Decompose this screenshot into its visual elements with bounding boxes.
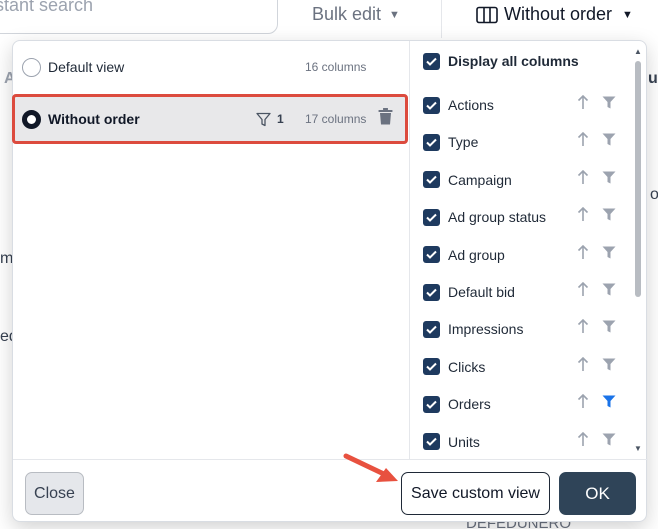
column-row[interactable]: Ad group status [410, 199, 648, 235]
filter-icon[interactable] [602, 208, 616, 226]
sort-up-arrow-icon[interactable] [577, 394, 589, 414]
caret-down-icon: ▼ [622, 8, 633, 21]
sort-up-arrow-icon[interactable] [577, 281, 589, 302]
column-row[interactable]: Clicks [410, 349, 648, 385]
filter-icon[interactable] [602, 433, 616, 451]
checkbox-checked[interactable] [423, 52, 440, 70]
scrollbar-thumb[interactable] [635, 61, 641, 297]
columns-icon [476, 6, 498, 23]
column-row[interactable]: Units [410, 424, 648, 459]
sort-up-arrow-icon[interactable] [577, 431, 589, 452]
filter-icon[interactable] [602, 96, 616, 114]
checkbox-checked[interactable] [423, 433, 440, 451]
view-item-default[interactable]: Default view 16 columns [13, 47, 409, 87]
toolbar-divider [441, 0, 442, 38]
radio-checked[interactable] [22, 109, 41, 129]
sort-up-arrow-icon[interactable] [577, 207, 589, 227]
filter-icon[interactable] [602, 246, 616, 264]
column-label: Actions [448, 97, 494, 113]
bulk-edit-label: Bulk edit [312, 4, 382, 24]
view-name: Default view [48, 59, 125, 75]
column-label: Units [448, 433, 480, 450]
filter-active-icon[interactable] [602, 395, 616, 413]
checkbox-checked[interactable] [423, 96, 440, 114]
view-item-without-order[interactable]: Without order 1 17 columns [12, 94, 408, 144]
sort-up-arrow-icon[interactable] [577, 132, 589, 152]
background-fragment: o [650, 186, 658, 203]
filter-icon[interactable] [602, 320, 616, 338]
column-row[interactable]: Orders [410, 386, 648, 422]
checkbox-checked[interactable] [423, 246, 440, 264]
trash-icon[interactable] [378, 108, 393, 130]
background-fragment: u [648, 70, 658, 87]
close-button[interactable]: Close [25, 472, 84, 515]
caret-down-icon: ▼ [389, 9, 400, 21]
column-count: 17 columns [305, 112, 367, 126]
radio-unchecked[interactable] [22, 57, 41, 77]
checkbox-checked[interactable] [423, 320, 440, 338]
column-label: Type [448, 134, 479, 151]
save-custom-view-button[interactable]: Save custom view [401, 472, 550, 515]
column-row[interactable]: Actions [410, 87, 648, 123]
column-row[interactable]: Impressions [410, 311, 648, 347]
filter-count: 1 [277, 112, 284, 126]
scroll-down-icon[interactable]: ▼ [634, 444, 642, 453]
display-all-columns-row[interactable]: Display all columns [410, 43, 648, 79]
checkbox-checked[interactable] [423, 133, 440, 151]
view-selector-label: Without order [504, 4, 613, 24]
instant-search-input[interactable]: nstant search [0, 0, 278, 34]
column-label: Impressions [448, 321, 524, 338]
view-selector-button[interactable]: Without order ▼ [476, 4, 633, 25]
scroll-up-icon[interactable]: ▲ [634, 47, 642, 56]
display-all-columns-label: Display all columns [448, 53, 579, 69]
filter-icon[interactable] [602, 133, 616, 151]
annotation-arrow-icon [343, 453, 398, 482]
filter-icon[interactable] [602, 283, 616, 301]
column-views-popover: Default view 16 columns Without order 1 … [12, 40, 648, 523]
checkbox-checked[interactable] [423, 395, 440, 413]
column-row[interactable]: Type [410, 124, 648, 160]
view-name: Without order [48, 111, 140, 127]
columns-list: Display all columns Actions Type Campaign A… [410, 41, 648, 459]
column-count: 16 columns [305, 60, 367, 74]
column-label: Default bid [448, 284, 515, 300]
column-label: Ad group [448, 246, 505, 263]
filter-icon[interactable] [602, 358, 616, 376]
sort-up-arrow-icon[interactable] [577, 244, 589, 265]
column-label: Orders [448, 396, 491, 413]
sort-up-arrow-icon[interactable] [577, 94, 589, 115]
checkbox-checked[interactable] [423, 358, 440, 376]
column-row[interactable]: Campaign [410, 162, 648, 198]
column-row[interactable]: Default bid [410, 274, 648, 310]
background-toolbar: nstant search Bulk edit ▼ Without order ▼ [0, 0, 658, 40]
search-placeholder: nstant search [0, 0, 94, 15]
filter-count-badge: 1 [256, 112, 284, 127]
checkbox-checked[interactable] [423, 208, 440, 226]
checkbox-checked[interactable] [423, 283, 440, 301]
filter-icon [256, 112, 271, 126]
filter-icon[interactable] [602, 171, 616, 189]
column-label: Campaign [448, 171, 512, 188]
scrollbar[interactable]: ▲ ▼ [633, 47, 643, 453]
column-row[interactable]: Ad group [410, 237, 648, 273]
sort-up-arrow-icon[interactable] [577, 356, 589, 377]
popover-footer: Close Save custom view OK [13, 459, 648, 523]
ok-button[interactable]: OK [559, 472, 636, 515]
sort-up-arrow-icon[interactable] [577, 319, 589, 339]
sort-up-arrow-icon[interactable] [577, 169, 589, 190]
column-label: Ad group status [448, 209, 547, 226]
views-list: Default view 16 columns Without order 1 … [12, 41, 409, 459]
bulk-edit-button[interactable]: Bulk edit ▼ [312, 4, 400, 25]
column-label: Clicks [448, 358, 486, 375]
checkbox-checked[interactable] [423, 171, 440, 189]
